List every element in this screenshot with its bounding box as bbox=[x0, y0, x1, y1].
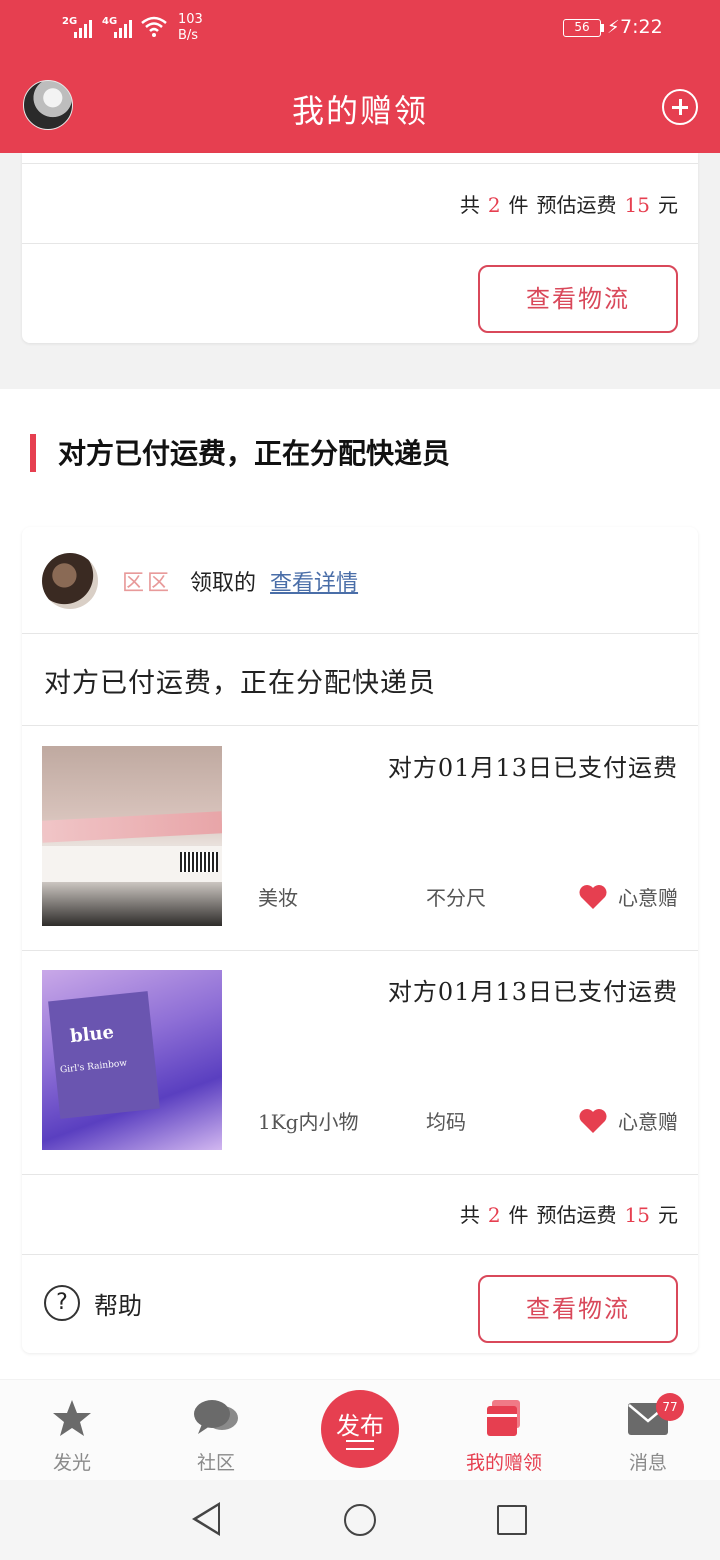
gift-type-label: 心意赠 bbox=[618, 886, 678, 910]
signal-bars-1-icon bbox=[74, 16, 92, 38]
nav-label: 我的赠领 bbox=[465, 1452, 542, 1474]
nav-item-my-gifts[interactable]: 我的赠领 bbox=[432, 1380, 576, 1480]
publish-button[interactable]: 发布 bbox=[321, 1390, 399, 1468]
star-icon bbox=[53, 1400, 91, 1436]
heart-icon bbox=[579, 1108, 607, 1133]
help-button[interactable]: ? 帮助 bbox=[44, 1285, 142, 1321]
summary-count-unit: 件 bbox=[508, 1203, 529, 1227]
order-summary: 共 2 件预估运费 15 元 bbox=[460, 1199, 678, 1228]
back-icon[interactable] bbox=[192, 1502, 220, 1536]
summary-fee: 15 bbox=[624, 1203, 650, 1227]
previous-order-card: 共 2 件预估运费 15 元 查看物流 bbox=[22, 153, 698, 343]
network-speed: 103 B/s bbox=[178, 12, 203, 44]
product-image-detail bbox=[48, 991, 160, 1119]
section-accent-bar bbox=[30, 434, 36, 472]
claimer-line: 区区 领取的 查看详情 bbox=[122, 565, 358, 597]
view-details-link[interactable]: 查看详情 bbox=[270, 571, 358, 596]
product-image-detail bbox=[42, 811, 222, 843]
divider bbox=[22, 163, 698, 164]
gift-cards-icon bbox=[487, 1400, 520, 1436]
summary-count: 2 bbox=[487, 193, 501, 217]
heart-icon bbox=[579, 884, 607, 909]
signal-bars-2-icon bbox=[114, 16, 132, 38]
item-size: 不分尺 bbox=[426, 886, 486, 910]
status-bar: 2G 4G 103 B/s 56 ⚡ 7:22 bbox=[0, 0, 720, 58]
product-image[interactable]: blue Girl's Rainbow bbox=[42, 970, 222, 1150]
divider bbox=[22, 633, 698, 634]
network-speed-value: 103 bbox=[178, 12, 203, 27]
nav-item-messages[interactable]: 消息 bbox=[576, 1380, 720, 1480]
list-item[interactable]: blue Girl's Rainbow 对方01月13日已支付运费 1Kg内小物… bbox=[22, 950, 698, 1174]
system-nav-bar bbox=[0, 1480, 720, 1560]
app-header: 2G 4G 103 B/s 56 ⚡ 7:22 我的赠领 bbox=[0, 0, 720, 153]
help-label: 帮助 bbox=[94, 1291, 142, 1320]
payment-status: 对方01月13日已支付运费 bbox=[387, 754, 678, 782]
battery-cap bbox=[601, 24, 604, 32]
message-count-badge: 77 bbox=[656, 1393, 684, 1421]
payment-status: 对方01月13日已支付运费 bbox=[387, 978, 678, 1006]
product-image[interactable] bbox=[42, 746, 222, 926]
summary-total-prefix: 共 bbox=[459, 1203, 480, 1227]
order-summary: 共 2 件预估运费 15 元 bbox=[460, 189, 678, 218]
chat-bubbles-icon bbox=[194, 1400, 238, 1434]
summary-fee-label: 预估运费 bbox=[536, 193, 617, 217]
claimed-text: 领取的 bbox=[190, 571, 257, 596]
recent-apps-icon[interactable] bbox=[497, 1505, 527, 1535]
item-size: 均码 bbox=[426, 1110, 466, 1134]
battery-icon: 56 bbox=[563, 19, 601, 37]
summary-fee-unit: 元 bbox=[658, 193, 678, 217]
order-status-text: 对方已付运费，正在分配快递员 bbox=[44, 668, 436, 699]
nav-item-community[interactable]: 社区 bbox=[144, 1380, 288, 1480]
summary-total-prefix: 共 bbox=[459, 193, 480, 217]
divider bbox=[22, 1174, 698, 1175]
summary-fee: 15 bbox=[624, 193, 650, 217]
item-category: 美妆 bbox=[258, 886, 298, 910]
network-speed-unit: B/s bbox=[178, 28, 199, 43]
nav-label: 发光 bbox=[52, 1452, 91, 1474]
nav-label: 社区 bbox=[196, 1452, 235, 1474]
order-card: 区区 领取的 查看详情 对方已付运费，正在分配快递员 对方01月13日已支付运费 美… bbox=[22, 527, 698, 1353]
item-category: 1Kg内小物 bbox=[258, 1110, 359, 1134]
gift-type-label: 心意赠 bbox=[618, 1110, 678, 1134]
gift-type: 心意赠 bbox=[578, 1106, 678, 1135]
add-button[interactable] bbox=[662, 89, 698, 125]
list-item[interactable]: 对方01月13日已支付运费 美妆 不分尺 心意赠 bbox=[22, 726, 698, 950]
product-image-detail bbox=[180, 852, 218, 872]
summary-count: 2 bbox=[487, 1203, 501, 1227]
summary-count-unit: 件 bbox=[508, 193, 529, 217]
clock: 7:22 bbox=[620, 16, 663, 38]
gift-type: 心意赠 bbox=[578, 882, 678, 911]
home-icon[interactable] bbox=[344, 1504, 376, 1536]
view-logistics-button[interactable]: 查看物流 bbox=[478, 265, 678, 333]
claimer-name[interactable]: 区区 bbox=[122, 571, 172, 596]
section-title: 对方已付运费，正在分配快递员 bbox=[58, 437, 451, 470]
claimer-avatar[interactable] bbox=[42, 553, 98, 609]
view-logistics-button[interactable]: 查看物流 bbox=[478, 1275, 678, 1343]
charging-icon: ⚡ bbox=[607, 17, 620, 38]
publish-label: 发布 bbox=[336, 1412, 384, 1440]
summary-fee-label: 预估运费 bbox=[536, 1203, 617, 1227]
wifi-icon bbox=[141, 16, 167, 37]
nav-item-glow[interactable]: 发光 bbox=[0, 1380, 144, 1480]
nav-label: 消息 bbox=[628, 1452, 667, 1474]
bottom-nav: 发光 社区 发布 我的赠领 消息 bbox=[0, 1380, 720, 1480]
question-icon: ? bbox=[44, 1285, 80, 1321]
page-title: 我的赠领 bbox=[291, 92, 428, 130]
menu-lines-icon bbox=[346, 1440, 374, 1450]
divider bbox=[22, 243, 698, 244]
summary-fee-unit: 元 bbox=[658, 1203, 678, 1227]
divider bbox=[22, 1254, 698, 1255]
